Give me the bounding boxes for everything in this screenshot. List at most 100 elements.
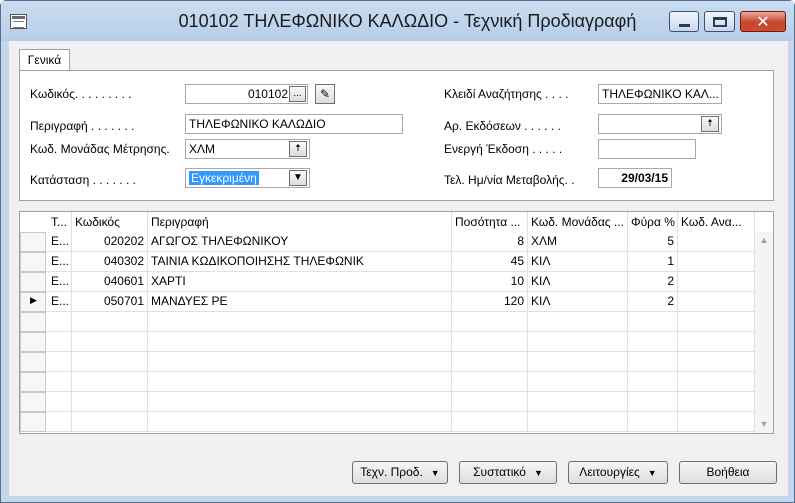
cell-code[interactable] [72,352,148,372]
cell-code[interactable] [72,372,148,392]
cell-scrap[interactable]: 1 [628,252,678,272]
table-row[interactable] [20,332,755,352]
cell-description[interactable] [148,312,452,332]
row-selector[interactable] [20,392,46,412]
cell-unit[interactable] [528,372,628,392]
cell-type[interactable] [48,412,72,432]
cell-code[interactable] [72,312,148,332]
cell-alt[interactable] [678,412,755,432]
description-field[interactable]: ΤΗΛΕΦΩΝΙΚΟ ΚΑΛΩΔΙΟ [185,114,403,134]
cell-code[interactable] [72,392,148,412]
cell-alt[interactable] [678,272,755,292]
cell-alt[interactable] [678,332,755,352]
cell-quantity[interactable]: 120 [452,292,528,312]
table-row[interactable]: ▶ Ε... 050701 ΜΑΝΔΥΕΣ ΡΕ 120 ΚΙΛ 2 [20,292,755,312]
cell-alt[interactable] [678,352,755,372]
cell-alt[interactable] [678,232,755,252]
status-dropdown-button[interactable]: ▼ [289,170,307,186]
functions-button[interactable]: Λειτουργίες ▼ [568,461,668,484]
table-row[interactable] [20,312,755,332]
row-selector[interactable] [20,272,46,292]
row-selector[interactable] [20,412,46,432]
edit-button[interactable]: ✎ [315,84,335,104]
cell-description[interactable]: ΑΓΩΓΟΣ ΤΗΛΕΦΩΝΙΚΟΥ [148,232,452,252]
cell-scrap[interactable] [628,312,678,332]
cell-type[interactable]: Ε... [48,232,72,252]
cell-code[interactable]: 040601 [72,272,148,292]
versions-lookup-button[interactable]: 🠅 [701,116,719,132]
col-header-description[interactable]: Περιγραφή [148,212,452,232]
cell-alt[interactable] [678,392,755,412]
cell-code[interactable]: 050701 [72,292,148,312]
cell-unit[interactable] [528,412,628,432]
cell-quantity[interactable]: 10 [452,272,528,292]
row-selector[interactable]: ▶ [20,292,46,312]
cell-scrap[interactable]: 2 [628,272,678,292]
cell-unit[interactable] [528,352,628,372]
table-row[interactable]: Ε... 020202 ΑΓΩΓΟΣ ΤΗΛΕΦΩΝΙΚΟΥ 8 ΧΛΜ 5 [20,232,755,252]
cell-alt[interactable] [678,312,755,332]
cell-type[interactable] [48,352,72,372]
cell-unit[interactable]: ΚΙΛ [528,252,628,272]
cell-description[interactable]: ΜΑΝΔΥΕΣ ΡΕ [148,292,452,312]
cell-description[interactable] [148,392,452,412]
cell-quantity[interactable] [452,372,528,392]
maximize-button[interactable] [704,11,735,32]
scroll-down-icon[interactable]: ▼ [755,416,773,433]
cell-type[interactable]: Ε... [48,292,72,312]
cell-scrap[interactable] [628,412,678,432]
cell-unit[interactable] [528,332,628,352]
cell-scrap[interactable] [628,392,678,412]
col-header-scrap[interactable]: Φύρα % [628,212,678,232]
component-button[interactable]: Συστατικό ▼ [459,461,557,484]
help-button[interactable]: Βοήθεια [679,461,777,484]
col-header-code[interactable]: Κωδικός [72,212,148,232]
cell-alt[interactable] [678,372,755,392]
cell-scrap[interactable]: 5 [628,232,678,252]
cell-type[interactable] [48,332,72,352]
row-selector[interactable] [20,352,46,372]
cell-scrap[interactable] [628,372,678,392]
cell-type[interactable]: Ε... [48,272,72,292]
unit-lookup-button[interactable]: 🠅 [289,141,307,157]
row-selector[interactable] [20,372,46,392]
row-selector[interactable] [20,232,46,252]
cell-type[interactable] [48,392,72,412]
cell-description[interactable]: ΤΑΙΝΙΑ ΚΩΔΙΚΟΠΟΙΗΣΗΣ ΤΗΛΕΦΩΝΙΚ [148,252,452,272]
col-header-alt-code[interactable]: Κωδ. Ανα... [678,212,755,232]
cell-quantity[interactable] [452,412,528,432]
tech-spec-button[interactable]: Τεχν. Προδ. ▼ [352,461,448,484]
table-row[interactable] [20,412,755,432]
cell-alt[interactable] [678,252,755,272]
table-row[interactable]: Ε... 040302 ΤΑΙΝΙΑ ΚΩΔΙΚΟΠΟΙΗΣΗΣ ΤΗΛΕΦΩΝΙΚ… [20,252,755,272]
code-lookup-button[interactable]: ... [289,86,306,102]
cell-quantity[interactable]: 8 [452,232,528,252]
minimize-button[interactable] [669,11,699,32]
row-selector[interactable] [20,252,46,272]
search-key-field[interactable]: ΤΗΛΕΦΩΝΙΚΟ ΚΑΛ... [598,84,722,104]
cell-scrap[interactable]: 2 [628,292,678,312]
table-row[interactable] [20,352,755,372]
cell-alt[interactable] [678,292,755,312]
cell-type[interactable]: Ε... [48,252,72,272]
last-modified-field[interactable]: 29/03/15 [598,168,672,188]
cell-code[interactable] [72,332,148,352]
cell-unit[interactable]: ΧΛΜ [528,232,628,252]
cell-quantity[interactable] [452,332,528,352]
table-row[interactable] [20,372,755,392]
row-selector[interactable] [20,332,46,352]
title-bar[interactable]: 010102 ΤΗΛΕΦΩΝΙΚΟ ΚΑΛΩΔΙΟ - Τεχνική Προδ… [1,1,794,41]
cell-description[interactable] [148,352,452,372]
cell-quantity[interactable]: 45 [452,252,528,272]
col-header-type[interactable]: Τ... [48,212,72,232]
tab-general[interactable]: Γενικά [19,49,70,71]
cell-description[interactable] [148,332,452,352]
scroll-up-icon[interactable]: ▲ [755,232,773,249]
close-button[interactable]: ✕ [740,11,786,32]
cell-quantity[interactable] [452,352,528,372]
row-selector[interactable] [20,312,46,332]
cell-unit[interactable]: ΚΙΛ [528,272,628,292]
cell-type[interactable] [48,312,72,332]
cell-scrap[interactable] [628,352,678,372]
cell-code[interactable]: 020202 [72,232,148,252]
